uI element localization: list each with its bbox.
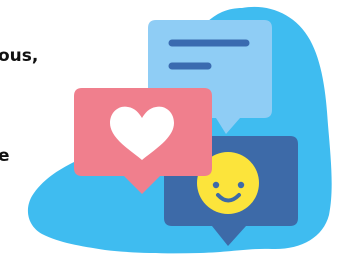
chat-bubbles-illustration: ous, e [0, 0, 337, 263]
illustration-art [27, 6, 332, 254]
smiley-eye-right [237, 181, 245, 189]
smiley-eye-left [212, 181, 220, 189]
